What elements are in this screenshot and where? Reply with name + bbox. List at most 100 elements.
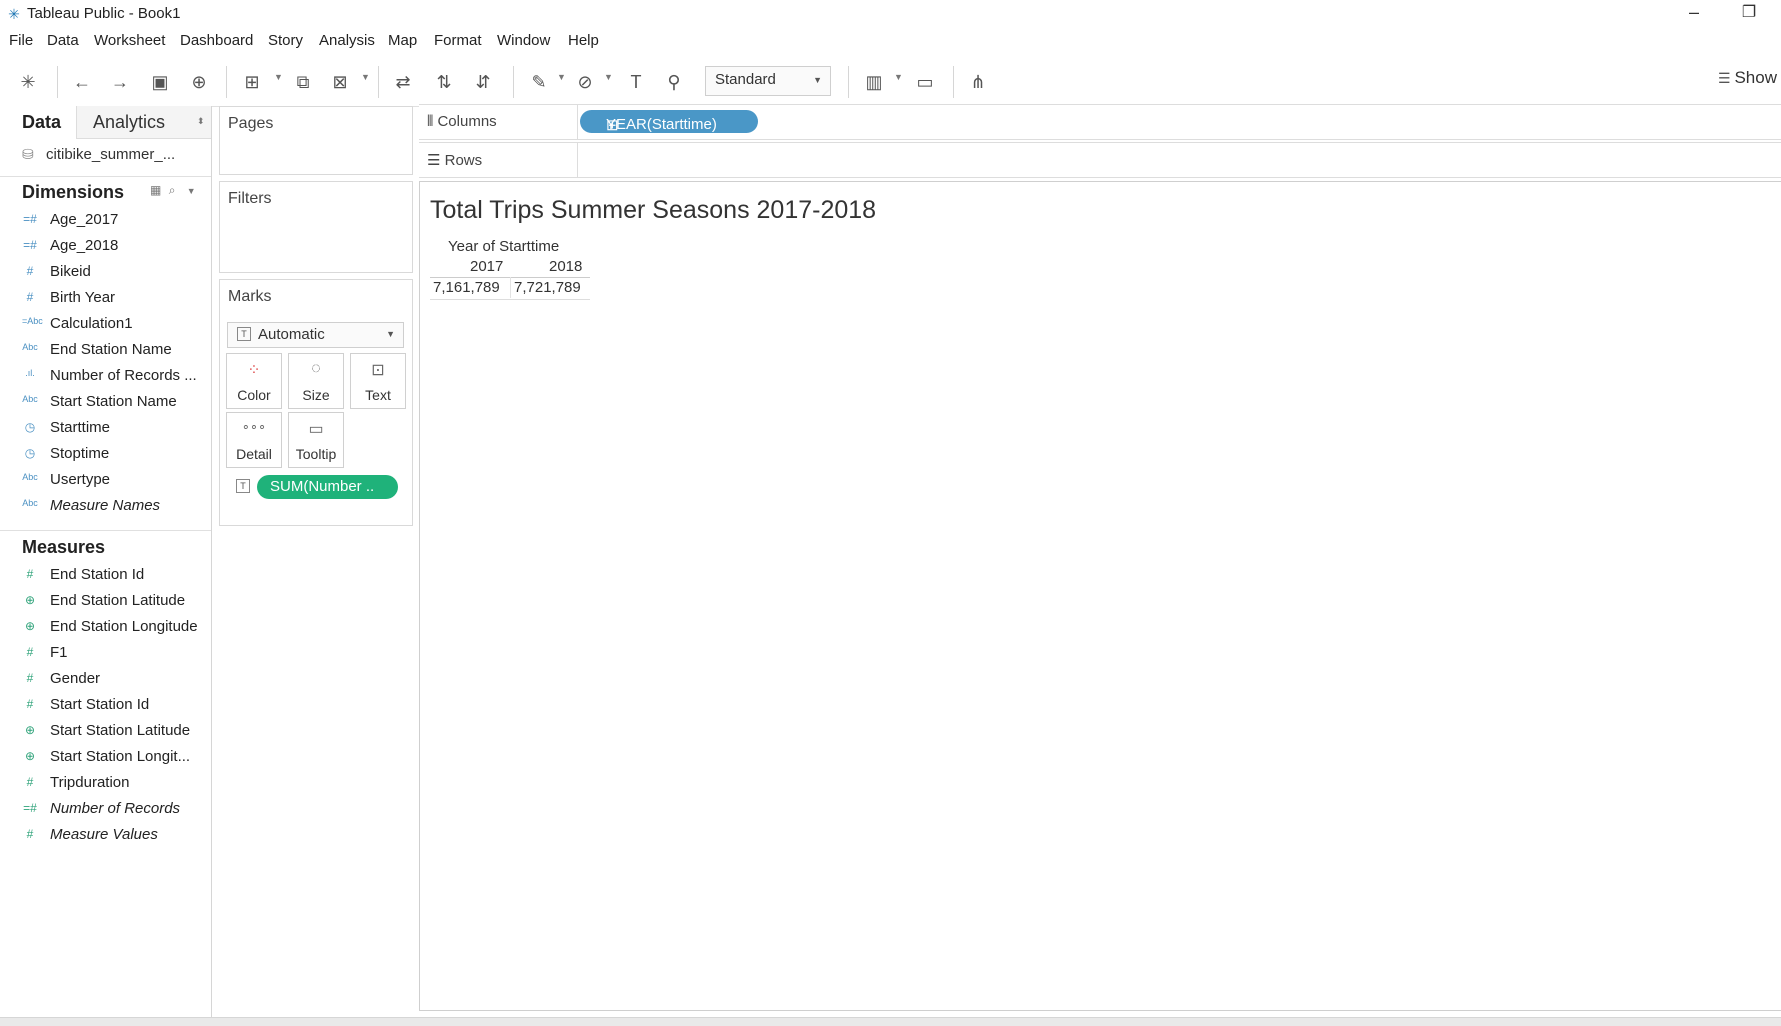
rows-shelf[interactable]: ☰ Rows xyxy=(419,142,1781,178)
mark-type-dropdown[interactable]: T Automatic ▼ xyxy=(227,322,404,348)
globe-icon: ⊕ xyxy=(24,619,36,633)
sort-ascending-icon[interactable]: ⇅ xyxy=(432,70,456,94)
field-label: Bikeid xyxy=(50,263,91,280)
chevron-down-icon[interactable]: ▼ xyxy=(361,72,370,82)
abc-icon: Abc xyxy=(22,394,38,404)
menu-worksheet[interactable]: Worksheet xyxy=(94,32,165,49)
new-worksheet-icon[interactable]: ⊞ xyxy=(240,70,264,94)
chevron-down-icon[interactable]: ▼ xyxy=(894,72,903,82)
chevron-down-icon[interactable]: ▼ xyxy=(557,72,566,82)
minimize-button[interactable]: – xyxy=(1680,2,1708,26)
value-cell-2018[interactable]: 7,721,789 xyxy=(514,279,581,296)
column-header-2018[interactable]: 2018 xyxy=(549,258,582,275)
group-members-icon[interactable]: ⊘ xyxy=(573,70,597,94)
view-cards-icon[interactable]: ▦ xyxy=(150,183,161,197)
clear-sheet-icon[interactable]: ⊠ xyxy=(328,70,352,94)
chevron-down-icon[interactable]: ▼ xyxy=(274,72,283,82)
hash-calc-icon: =# xyxy=(23,238,37,252)
tooltip-icon: ▭ xyxy=(308,421,324,438)
worksheet-title[interactable]: Total Trips Summer Seasons 2017-2018 xyxy=(430,196,876,225)
tooltip-button[interactable]: ▭ Tooltip xyxy=(288,412,344,468)
menu-format[interactable]: Format xyxy=(434,32,482,49)
save-icon[interactable]: ▣ xyxy=(148,70,172,94)
column-field-header[interactable]: Year of Starttime xyxy=(448,238,559,255)
worksheet-view[interactable] xyxy=(419,181,1781,1011)
chevron-down-icon: ▼ xyxy=(813,75,822,85)
text-label: Text xyxy=(365,387,391,403)
menu-story[interactable]: Story xyxy=(268,32,303,49)
toolbar-separator xyxy=(513,66,514,98)
filters-card[interactable]: Filters xyxy=(219,181,413,273)
swap-rows-columns-icon[interactable]: ⇄ xyxy=(391,70,415,94)
marks-card-title: Marks xyxy=(228,288,272,305)
tableau-home-icon[interactable]: ✳ xyxy=(16,70,40,94)
fix-axes-icon[interactable]: ⚲ xyxy=(662,70,686,94)
rows-label-text: Rows xyxy=(444,152,483,169)
hash-icon: # xyxy=(26,827,34,841)
chevron-down-icon[interactable]: ▼ xyxy=(187,186,196,196)
undo-icon[interactable]: ← xyxy=(70,70,94,94)
toolbar-separator xyxy=(953,66,954,98)
toolbar-separator xyxy=(57,66,58,98)
columns-pill[interactable]: ⊞ YEAR(Starttime) xyxy=(580,110,758,134)
globe-icon: ⊕ xyxy=(24,723,36,737)
field-label: Start Station Id xyxy=(50,696,150,713)
presentation-mode-icon[interactable]: ▭ xyxy=(913,70,937,94)
color-dots-icon: ⁘ xyxy=(247,362,261,379)
show-cards-icon[interactable]: ▥ xyxy=(862,70,886,94)
datasource-icon: ⛁ xyxy=(22,146,34,162)
show-me-label: Show xyxy=(1734,68,1777,87)
rows-icon: ☰ xyxy=(427,152,445,169)
measure-pill[interactable]: SUM(Number .. xyxy=(257,475,398,499)
menu-dashboard[interactable]: Dashboard xyxy=(180,32,253,49)
redo-icon[interactable]: → xyxy=(108,70,132,94)
menu-data[interactable]: Data xyxy=(47,32,79,49)
color-button[interactable]: ⁘ Color xyxy=(226,353,282,409)
dimensions-heading: Dimensions xyxy=(22,182,125,202)
table-cell-separator xyxy=(510,277,511,298)
field-label: Tripduration xyxy=(50,774,130,791)
show-me-button[interactable]: ☰ Show xyxy=(1718,68,1777,88)
menu-map[interactable]: Map xyxy=(388,32,417,49)
share-icon[interactable]: ⋔ xyxy=(966,70,990,94)
tableau-logo-icon: ✳ xyxy=(8,6,20,22)
text-button[interactable]: ⊡ Text xyxy=(350,353,406,409)
new-datasource-icon[interactable]: ⊕ xyxy=(187,70,211,94)
field-label: Measure Values xyxy=(50,826,158,843)
highlight-icon[interactable]: ✎ xyxy=(527,70,551,94)
chevron-down-icon[interactable]: ▼ xyxy=(604,72,613,82)
field-label: End Station Longitude xyxy=(50,618,198,635)
value-cell-2017[interactable]: 7,161,789 xyxy=(433,279,500,296)
datasource-name[interactable]: citibike_summer_... xyxy=(46,146,175,163)
text-icon: ⊡ xyxy=(371,362,385,379)
menu-help[interactable]: Help xyxy=(568,32,599,49)
toolbar: ✳ ← → ▣ ⊕ ⊞ ▼ ⧉ ⊠ ▼ ⇄ ⇅ ⇵ ✎ ▼ ⊘ ▼ T ⚲ ▥ … xyxy=(0,58,1781,107)
menu-analysis[interactable]: Analysis xyxy=(319,32,375,49)
field-label: Start Station Longit... xyxy=(50,748,191,765)
globe-icon: ⊕ xyxy=(24,749,36,763)
text-mark-icon: T xyxy=(237,327,251,341)
divider xyxy=(0,176,211,177)
restore-button[interactable]: ❐ xyxy=(1735,2,1763,26)
size-button[interactable]: ◌ Size xyxy=(288,353,344,409)
column-header-2017[interactable]: 2017 xyxy=(470,258,503,275)
filters-card-title: Filters xyxy=(228,190,272,207)
detail-button[interactable]: ∘∘∘ Detail xyxy=(226,412,282,468)
field-label: F1 xyxy=(50,644,68,661)
pages-card[interactable]: Pages xyxy=(219,106,413,175)
text-mark-icon: T xyxy=(236,479,250,493)
tab-analytics-label[interactable]: Analytics xyxy=(93,112,165,133)
menu-window[interactable]: Window xyxy=(497,32,550,49)
menu-file[interactable]: File xyxy=(9,32,33,49)
tab-data[interactable]: Data xyxy=(22,112,61,133)
abc-icon: Abc xyxy=(22,498,38,508)
duplicate-sheet-icon[interactable]: ⧉ xyxy=(291,70,315,94)
field-label: Calculation1 xyxy=(50,315,133,332)
search-icon[interactable]: ⌕ xyxy=(169,183,176,197)
bin-icon: .ıl. xyxy=(25,368,35,378)
show-mark-labels-icon[interactable]: T xyxy=(624,70,648,94)
columns-shelf-label: ⫴ Columns xyxy=(427,113,497,130)
fit-dropdown[interactable]: Standard ▼ xyxy=(705,66,831,96)
sort-descending-icon[interactable]: ⇵ xyxy=(471,70,495,94)
toolbar-separator xyxy=(848,66,849,98)
